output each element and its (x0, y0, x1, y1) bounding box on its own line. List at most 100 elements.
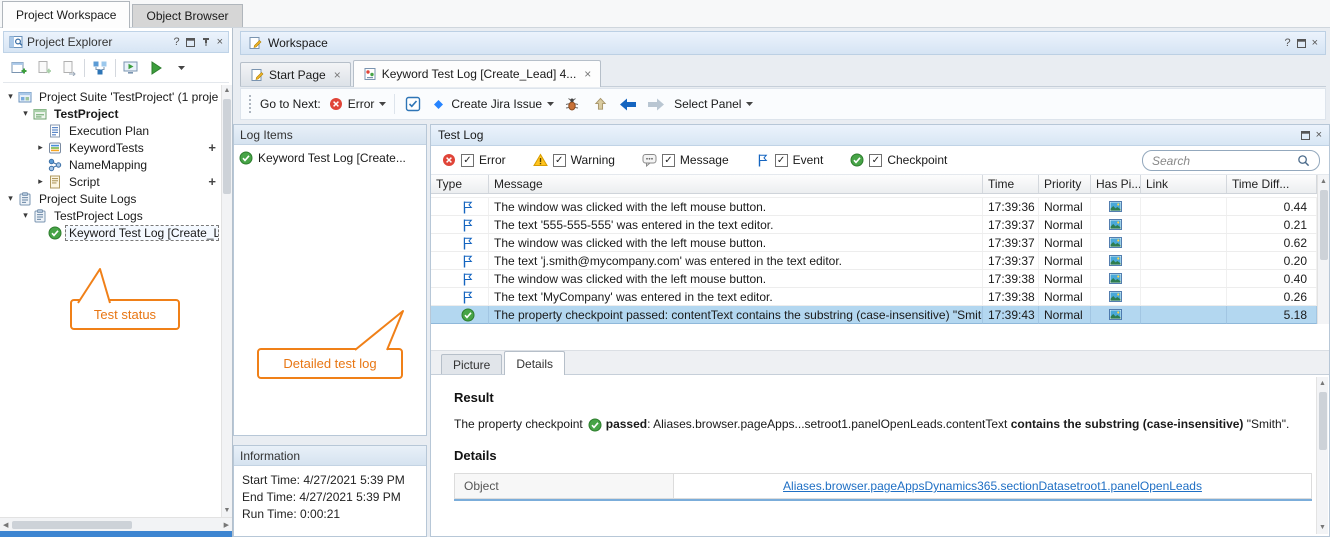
workspace-tab-object-browser[interactable]: Object Browser (132, 4, 242, 27)
tree-item-2[interactable]: Execution Plan (0, 122, 232, 139)
tree-item-1[interactable]: ▾TestProject (0, 105, 232, 122)
top-tabs: Project WorkspaceObject Browser (2, 0, 245, 27)
scroll-up-icon[interactable]: ▲ (222, 85, 232, 97)
expander-icon[interactable]: ▸ (34, 176, 47, 187)
tab-details[interactable]: Details (504, 351, 565, 375)
scroll-up-icon[interactable]: ▲ (1317, 377, 1328, 390)
filter-checkbox-event[interactable]: ✓ (775, 154, 788, 167)
tree-item-8[interactable]: Keyword Test Log [Create_Lead (0, 224, 232, 241)
log-row-3[interactable]: The text 'j.smith@mycompany.com' was ent… (431, 252, 1317, 270)
add-item-plus-button[interactable]: + (208, 174, 218, 189)
tree-item-5[interactable]: ▸Script+ (0, 173, 232, 190)
column-header-msg[interactable]: Message (489, 175, 983, 193)
scroll-down-icon[interactable]: ▼ (1317, 521, 1328, 534)
close-tab-icon[interactable]: × (584, 67, 591, 81)
add-existing-item-icon[interactable] (34, 57, 54, 79)
log-row-2[interactable]: The window was clicked with the left mou… (431, 234, 1317, 252)
tab-picture[interactable]: Picture (441, 354, 502, 374)
go-to-next-error-button[interactable]: Error (329, 97, 387, 111)
filter-checkbox-message[interactable]: ✓ (662, 154, 675, 167)
maximize-icon[interactable] (1297, 39, 1306, 48)
expander-icon[interactable]: ▾ (19, 108, 32, 119)
log-row-type (431, 270, 489, 287)
scroll-left-icon[interactable]: ◀ (3, 521, 8, 529)
column-header-type[interactable]: Type (431, 175, 489, 193)
log-row-0[interactable]: The window was clicked with the left mou… (431, 198, 1317, 216)
maximize-icon[interactable] (1301, 131, 1310, 140)
expander-icon[interactable]: ▾ (19, 210, 32, 221)
run-project-icon[interactable] (146, 57, 166, 79)
table-vertical-scrollbar[interactable]: ▲ (1317, 175, 1329, 324)
add-item-plus-button[interactable]: + (208, 140, 218, 155)
back-button[interactable] (618, 93, 638, 115)
post-defect-button[interactable] (562, 93, 582, 115)
log-row-5[interactable]: The text 'MyCompany' was entered in the … (431, 288, 1317, 306)
tree-item-3[interactable]: ▸KeywordTests+ (0, 139, 232, 156)
scroll-thumb[interactable] (12, 521, 132, 529)
tree-vertical-scrollbar[interactable]: ▲ ▼ (221, 85, 232, 517)
filter-checkbox-error[interactable]: ✓ (461, 154, 474, 167)
maximize-icon[interactable] (186, 38, 195, 47)
log-item-0[interactable]: Keyword Test Log [Create... (234, 147, 426, 168)
object-link[interactable]: Aliases.browser.pageAppsDynamics365.sect… (783, 479, 1202, 493)
export-item-icon[interactable] (59, 57, 79, 79)
expander-icon[interactable]: ▾ (4, 193, 17, 204)
information-panel: Information Start Time: 4/27/2021 5:39 P… (233, 445, 427, 537)
help-icon[interactable]: ? (173, 36, 179, 48)
log-row-type (431, 216, 489, 233)
tree-item-6[interactable]: ▾Project Suite Logs (0, 190, 232, 207)
tree-item-0[interactable]: ▾Project Suite 'TestProject' (1 project) (0, 88, 232, 105)
scroll-thumb[interactable] (1319, 392, 1327, 450)
tree-item-4[interactable]: NameMapping (0, 156, 232, 173)
column-header-pic[interactable]: Has Pi... (1091, 175, 1141, 193)
scroll-right-icon[interactable]: ▶ (224, 521, 229, 529)
workspace-title: Workspace (268, 36, 1284, 50)
forward-button[interactable] (646, 93, 666, 115)
run-options-chevron-icon[interactable] (171, 57, 191, 79)
filter-checkbox-warning[interactable]: ✓ (553, 154, 566, 167)
log-row-1[interactable]: The text '555-555-555' was entered in th… (431, 216, 1317, 234)
workspace-icon (248, 36, 262, 50)
run-selected-test-icon[interactable] (121, 57, 141, 79)
log-row-timediff: 0.26 (1227, 288, 1317, 305)
scroll-up-icon[interactable]: ▲ (1318, 175, 1329, 188)
expander-icon[interactable]: ▾ (4, 91, 17, 102)
workspace-tab-project-workspace[interactable]: Project Workspace (2, 1, 130, 28)
log-row-6[interactable]: The property checkpoint passed: contentT… (431, 306, 1317, 324)
event-icon (461, 200, 475, 214)
details-vertical-scrollbar[interactable]: ▲ ▼ (1316, 377, 1328, 534)
pin-icon[interactable] (201, 37, 211, 47)
manage-tested-apps-icon[interactable] (90, 57, 110, 79)
column-header-time[interactable]: Time (983, 175, 1039, 193)
scroll-thumb[interactable] (1320, 190, 1328, 260)
create-jira-issue-button[interactable]: Create Jira Issue (431, 97, 554, 112)
help-icon[interactable]: ? (1284, 37, 1290, 49)
toolbar-grip[interactable] (249, 95, 252, 113)
log-row-priority: Normal (1039, 234, 1091, 251)
search-input[interactable] (1152, 154, 1297, 168)
forward-arrow-icon (647, 97, 665, 112)
tree-item-label: TestProject Logs (51, 209, 146, 223)
scroll-thumb[interactable] (223, 99, 231, 194)
close-icon[interactable]: × (217, 36, 223, 48)
scroll-down-icon[interactable]: ▼ (222, 505, 232, 517)
select-panel-button[interactable]: Select Panel (674, 97, 753, 111)
add-new-item-icon[interactable] (9, 57, 29, 79)
test-log-header: Test Log × (431, 125, 1329, 146)
tree-item-7[interactable]: ▾ TestProject Logs (0, 207, 232, 224)
column-header-pri[interactable]: Priority (1039, 175, 1091, 193)
close-icon[interactable]: × (1316, 129, 1322, 141)
log-row-4[interactable]: The window was clicked with the left mou… (431, 270, 1317, 288)
close-tab-icon[interactable]: × (334, 68, 341, 82)
expander-icon[interactable]: ▸ (34, 142, 47, 153)
filter-checkbox-checkpoint[interactable]: ✓ (869, 154, 882, 167)
log-row-haspicture (1091, 306, 1141, 324)
upload-result-button[interactable] (590, 93, 610, 115)
column-header-link[interactable]: Link (1141, 175, 1227, 193)
doc-tab-test-log[interactable]: Keyword Test Log [Create_Lead] 4...× (353, 60, 602, 87)
add-jira-item-button[interactable] (403, 93, 423, 115)
doc-tab-start-page[interactable]: Start Page× (240, 62, 351, 86)
tree-horizontal-scrollbar[interactable]: ◀ ▶ (0, 517, 232, 531)
close-icon[interactable]: × (1312, 37, 1318, 49)
column-header-diff[interactable]: Time Diff... (1227, 175, 1317, 193)
